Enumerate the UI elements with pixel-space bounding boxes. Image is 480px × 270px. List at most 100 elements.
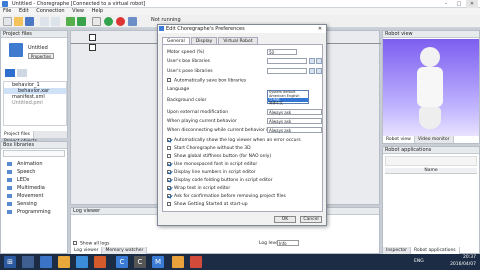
tab-memory-watcher[interactable]: Memory watcher <box>102 247 148 254</box>
app-icon[interactable] <box>94 256 106 268</box>
list-item[interactable]: Multimedia <box>1 184 67 192</box>
app-icon[interactable] <box>172 256 184 268</box>
app-icon[interactable] <box>76 256 88 268</box>
list-item[interactable]: Movement <box>1 192 67 200</box>
motor-speed-input[interactable]: 50 <box>267 49 297 55</box>
app-icon[interactable]: C <box>134 256 146 268</box>
checkbox-box[interactable] <box>167 161 171 166</box>
checkbox-label: Wrap text in script editor <box>174 186 231 191</box>
option-checkbox[interactable]: Show global stiffness button (for NAO on… <box>167 153 317 161</box>
remove-icon[interactable] <box>316 68 322 74</box>
app-icon[interactable] <box>190 256 202 268</box>
option-checkbox[interactable]: Display line numbers in script editor <box>167 169 317 177</box>
option-checkbox[interactable]: Show Getting Started at start-up <box>167 201 317 209</box>
app-icon[interactable]: M <box>152 256 164 268</box>
add-icon[interactable] <box>5 69 15 77</box>
new-icon[interactable] <box>3 17 12 26</box>
disconnect-select[interactable]: Always ask <box>267 127 322 133</box>
input-icon[interactable] <box>89 34 96 41</box>
menu-view[interactable]: View <box>69 8 87 15</box>
dialog-close-icon[interactable]: ✕ <box>315 25 325 32</box>
menu-edit[interactable]: Edit <box>16 8 32 15</box>
dialog-title-bar: Edit Choregraphe's Preferences ✕ <box>158 25 326 33</box>
checkbox-box[interactable] <box>167 169 171 174</box>
ok-button[interactable]: OK <box>274 216 296 223</box>
browser-icon[interactable] <box>40 256 52 268</box>
checkbox-box[interactable] <box>167 201 171 206</box>
box-libraries-panel: Box libraries Animation Speech LEDs Mult… <box>0 141 68 254</box>
checkbox-box[interactable] <box>167 193 171 198</box>
checkbox-box[interactable] <box>167 153 171 158</box>
checkbox-label: Use monospaced font in script editor <box>174 162 258 167</box>
tab-log-viewer[interactable]: Log viewer <box>71 247 103 254</box>
cancel-button[interactable]: Cancel <box>300 216 322 223</box>
user-pose-lib-label: User's pose libraries <box>167 69 213 74</box>
menu-help[interactable]: Help <box>89 8 106 15</box>
log-level-select[interactable]: Info <box>277 240 299 246</box>
autosave-checkbox[interactable]: Automatically save box libraries <box>167 78 246 84</box>
show-all-logs-checkbox[interactable]: Show all logs <box>73 241 109 247</box>
open-icon[interactable] <box>14 17 23 26</box>
save-icon[interactable] <box>25 17 34 26</box>
explorer-icon[interactable] <box>22 256 34 268</box>
option-checkbox[interactable]: Automatically show the log viewer when a… <box>167 137 317 145</box>
minimize-button[interactable]: – <box>440 0 452 8</box>
motor-speed-label: Motor speed (%) <box>167 50 205 55</box>
checkbox-box[interactable] <box>167 137 171 142</box>
checkbox-box[interactable] <box>167 185 171 190</box>
option-checkbox[interactable]: Wrap text in script editor <box>167 185 317 193</box>
tab-inspector[interactable]: Inspector <box>383 247 411 254</box>
wifi-icon[interactable] <box>77 17 86 26</box>
undo-icon[interactable] <box>40 17 49 26</box>
robot-head <box>420 47 440 67</box>
connect-icon[interactable] <box>66 17 75 26</box>
checkbox-label: Start Choregraphe without the 3D <box>174 146 251 151</box>
tab-video-monitor[interactable]: Video monitor <box>415 136 454 143</box>
browse-icon[interactable] <box>309 58 315 64</box>
clock-date[interactable]: 2016/04/07 <box>444 262 476 267</box>
input-icon[interactable] <box>89 44 96 51</box>
list-item[interactable]: Speech <box>1 168 67 176</box>
menu-file[interactable]: File <box>0 8 14 15</box>
list-item[interactable]: Sensing <box>1 200 67 208</box>
language-dropdown[interactable]: System default American English 日本語 简体中文 <box>267 90 309 104</box>
run-icon[interactable] <box>104 17 113 26</box>
menu-connection[interactable]: Connection <box>33 8 67 15</box>
checkbox-box[interactable] <box>167 177 171 182</box>
debug-icon[interactable] <box>128 17 137 26</box>
close-button[interactable]: ✕ <box>466 0 478 8</box>
tab-robot-view[interactable]: Robot view <box>383 136 415 143</box>
list-item[interactable]: Programming <box>1 208 67 216</box>
user-pose-lib-input[interactable] <box>267 68 307 74</box>
ext-mod-select[interactable]: Always ask <box>267 109 322 115</box>
folder-icon[interactable] <box>58 256 70 268</box>
redo-icon[interactable] <box>51 17 60 26</box>
input-language[interactable]: ENG <box>414 259 424 264</box>
language-option[interactable]: 简体中文 <box>268 101 308 106</box>
import-icon[interactable] <box>17 69 27 77</box>
option-checkbox[interactable]: Start Choregraphe without the 3D <box>167 145 317 153</box>
start-icon[interactable]: ⊞ <box>4 256 16 268</box>
checkbox-box[interactable] <box>167 145 171 150</box>
remove-icon[interactable] <box>316 58 322 64</box>
list-item[interactable]: LEDs <box>1 176 67 184</box>
playing-select[interactable]: Always ask <box>267 118 322 124</box>
tab-project-files[interactable]: Project files <box>1 131 35 138</box>
bg-color-label: Background color <box>167 98 207 103</box>
tree-item[interactable]: Untitled.pml <box>4 100 66 106</box>
user-box-lib-input[interactable] <box>267 58 307 64</box>
play-icon[interactable] <box>92 17 101 26</box>
box-lib-toolbar <box>3 150 65 157</box>
robot-3d-view[interactable] <box>383 39 479 136</box>
list-item[interactable]: Animation <box>1 160 67 168</box>
clock-time[interactable]: 20:37 <box>444 255 476 260</box>
browse-icon[interactable] <box>309 68 315 74</box>
properties-button[interactable]: Properties <box>28 53 54 59</box>
option-checkbox[interactable]: Use monospaced font in script editor <box>167 161 317 169</box>
option-checkbox[interactable]: Ask for confirmation before removing pro… <box>167 193 317 201</box>
tab-robot-applications[interactable]: Robot applications <box>411 247 460 254</box>
stop-icon[interactable] <box>116 17 125 26</box>
maximize-button[interactable]: □ <box>453 0 465 8</box>
option-checkbox[interactable]: Display code folding buttons in script e… <box>167 177 317 185</box>
choregraphe-icon[interactable]: C <box>116 256 128 268</box>
